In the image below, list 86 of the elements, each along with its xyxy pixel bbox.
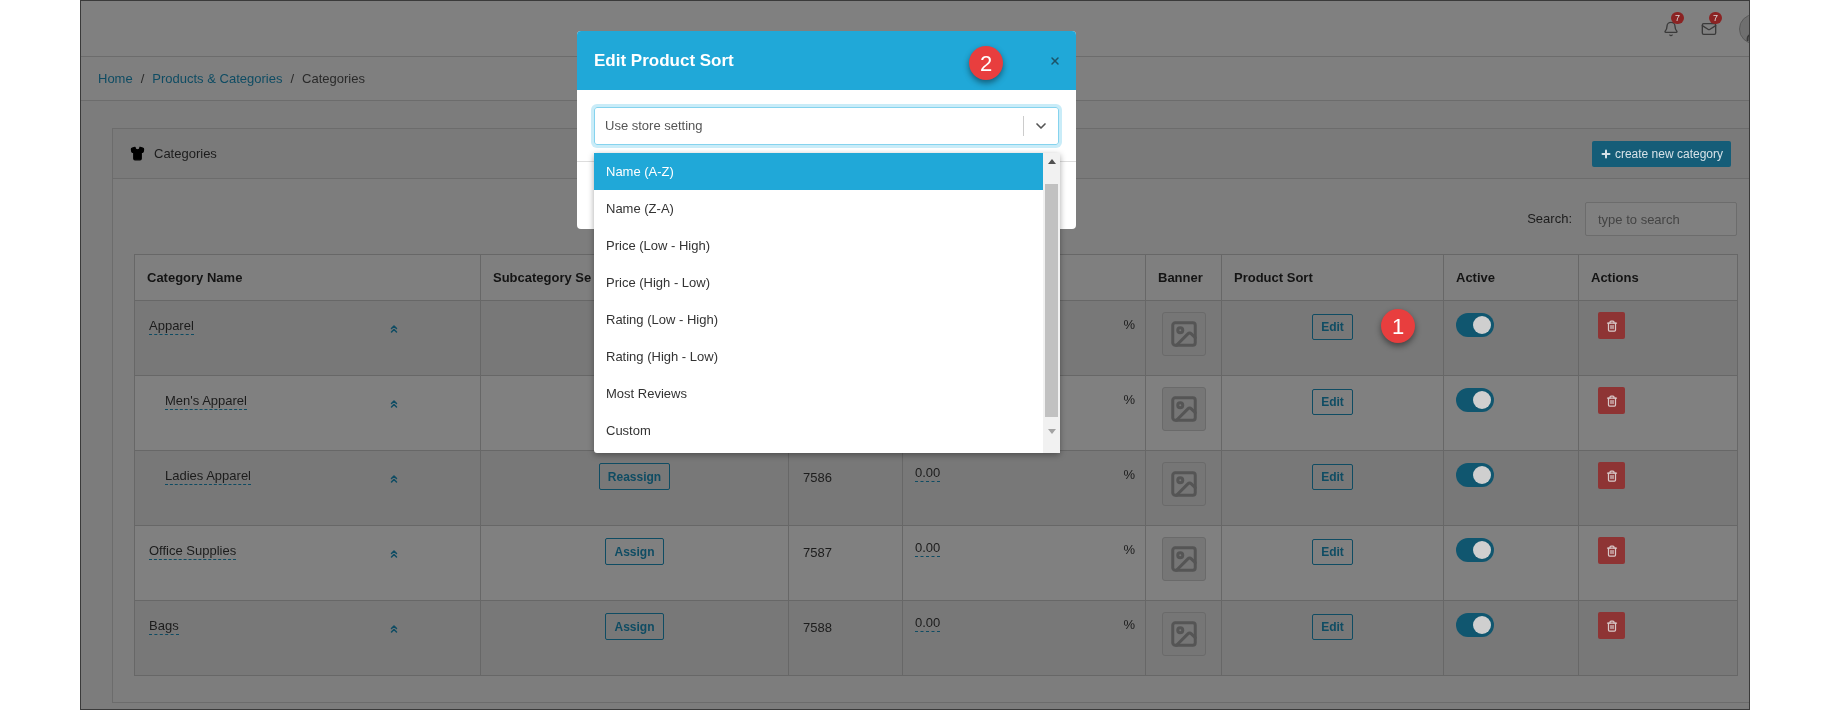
- chevrons-up-icon[interactable]: [388, 323, 400, 335]
- assign-button[interactable]: Reassign: [598, 463, 671, 490]
- breadcrumb-separator: /: [140, 69, 145, 88]
- active-toggle[interactable]: [1456, 538, 1494, 562]
- delete-button[interactable]: [1598, 387, 1625, 414]
- active-toggle[interactable]: [1456, 463, 1494, 487]
- active-toggle[interactable]: [1456, 613, 1494, 637]
- scrollbar[interactable]: [1043, 153, 1060, 453]
- scroll-down-arrow-icon[interactable]: [1047, 429, 1056, 434]
- notification-count: 7: [1671, 11, 1684, 24]
- category-name-link[interactable]: Office Supplies: [149, 543, 237, 560]
- annotation-marker: 2: [969, 46, 1003, 80]
- envelope-icon[interactable]: [1701, 20, 1717, 37]
- card-title: Categories: [154, 144, 217, 163]
- shirt-icon: [130, 146, 145, 161]
- percent-unit: %: [1123, 466, 1135, 484]
- breadcrumb-link[interactable]: Products & Categories: [152, 68, 283, 89]
- edit-button[interactable]: Edit: [1312, 464, 1353, 490]
- search-label: Search:: [1527, 210, 1572, 229]
- edit-button[interactable]: Edit: [1312, 539, 1353, 565]
- column-header: Product Sort: [1234, 268, 1313, 287]
- delete-button[interactable]: [1598, 612, 1625, 639]
- banner-image-placeholder[interactable]: [1161, 462, 1206, 506]
- active-toggle[interactable]: [1456, 388, 1494, 412]
- column-header: Subcategory Se: [493, 268, 592, 287]
- message-count: 7: [1709, 11, 1722, 24]
- chevrons-up-icon[interactable]: [388, 623, 400, 635]
- assign-button[interactable]: Assign: [605, 613, 664, 640]
- edit-button[interactable]: Edit: [1312, 389, 1353, 415]
- trash-icon: [1605, 619, 1618, 632]
- sort-option[interactable]: Name (Z-A): [594, 190, 1043, 227]
- category-name-link[interactable]: Apparel: [149, 318, 194, 335]
- sort-option[interactable]: Name (A-Z): [594, 153, 1043, 190]
- delete-button[interactable]: [1598, 537, 1625, 564]
- sort-option[interactable]: Most Reviews: [594, 375, 1043, 412]
- discount-value-link[interactable]: 0.00: [915, 615, 941, 632]
- edit-button[interactable]: Edit: [1312, 614, 1353, 640]
- category-id: 7586: [803, 470, 832, 485]
- percent-unit: %: [1123, 391, 1135, 409]
- banner-image-placeholder[interactable]: [1161, 387, 1206, 431]
- chevrons-up-icon[interactable]: [388, 548, 400, 560]
- category-name-link[interactable]: Ladies Apparel: [165, 468, 251, 485]
- annotation-marker: 1: [1381, 309, 1415, 343]
- banner-image-placeholder[interactable]: [1161, 612, 1206, 656]
- discount-value-link[interactable]: 0.00: [915, 540, 941, 557]
- sort-option[interactable]: Price (Low - High): [594, 227, 1043, 264]
- banner-image-placeholder[interactable]: [1161, 537, 1206, 581]
- percent-unit: %: [1123, 541, 1135, 559]
- search-field[interactable]: type to search: [1585, 202, 1737, 236]
- trash-icon: [1605, 319, 1618, 332]
- delete-button[interactable]: [1598, 462, 1625, 489]
- plus-icon: [1599, 147, 1612, 160]
- column-header: Active: [1456, 268, 1496, 287]
- breadcrumb-current: Categories: [302, 69, 365, 88]
- sort-option[interactable]: Custom: [594, 412, 1043, 449]
- modal-title: Edit Product Sort: [594, 49, 734, 72]
- sort-option[interactable]: Rating (High - Low): [594, 338, 1043, 375]
- chevrons-up-icon[interactable]: [388, 398, 400, 410]
- active-toggle[interactable]: [1456, 313, 1494, 337]
- chevrons-up-icon[interactable]: [388, 473, 400, 485]
- discount-value-link[interactable]: 0.00: [915, 465, 941, 482]
- banner-image-placeholder[interactable]: [1161, 312, 1206, 356]
- sort-option[interactable]: Price (High - Low): [594, 264, 1043, 301]
- sort-select[interactable]: Use store setting: [594, 107, 1059, 145]
- trash-icon: [1605, 469, 1618, 482]
- close-icon[interactable]: [1049, 54, 1061, 67]
- sort-option[interactable]: Rating (Low - High): [594, 301, 1043, 338]
- breadcrumb-link[interactable]: Home: [98, 68, 133, 89]
- category-id: 7588: [803, 620, 832, 635]
- category-id: 7587: [803, 545, 832, 560]
- percent-unit: %: [1123, 316, 1135, 334]
- assign-button[interactable]: Assign: [605, 538, 664, 565]
- category-name-link[interactable]: Men's Apparel: [165, 393, 247, 410]
- breadcrumb-separator: /: [290, 69, 294, 88]
- create-category-button[interactable]: create new category: [1591, 140, 1731, 167]
- column-header: Category Name: [147, 268, 243, 287]
- bell-icon[interactable]: [1663, 20, 1679, 37]
- column-header: Actions: [1591, 268, 1639, 287]
- column-header: Banner: [1158, 268, 1203, 287]
- edit-button[interactable]: Edit: [1312, 314, 1353, 340]
- scroll-up-arrow-icon[interactable]: [1047, 159, 1056, 164]
- trash-icon: [1605, 394, 1618, 407]
- percent-unit: %: [1123, 616, 1135, 634]
- trash-icon: [1605, 544, 1618, 557]
- delete-button[interactable]: [1598, 312, 1625, 339]
- category-name-link[interactable]: Bags: [149, 618, 179, 635]
